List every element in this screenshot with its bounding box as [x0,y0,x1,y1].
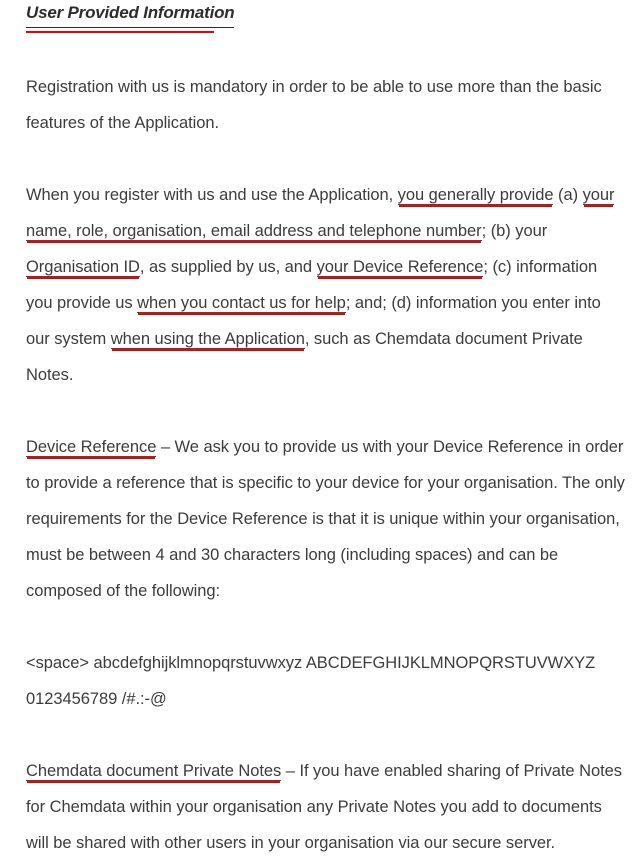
body-text: , as supplied by us, and [139,258,317,276]
body-text: <space> abcdefghijklmnopqrstuvwxyz ABCDE… [26,654,596,708]
body-text: ; (b) your [481,222,548,240]
paragraph-information-you-provide: When you register with us and use the Ap… [26,177,625,393]
paragraph-private-notes: Chemdata document Private Notes – If you… [26,753,625,861]
body-text: When you register with us and use the Ap… [26,186,398,204]
paragraph-device-reference: Device Reference – We ask you to provide… [26,429,625,609]
underlined-phrase: Chemdata document Private Notes [26,762,282,781]
body-text: Registration with us is mandatory in ord… [26,78,602,132]
body-text: (a) [553,186,583,204]
page-title: User Provided Information [26,0,625,28]
paragraph-registration-mandatory: Registration with us is mandatory in ord… [26,69,625,141]
underlined-phrase: Organisation ID [26,258,140,277]
page-title-text: User Provided Information [26,0,235,28]
document-page: User Provided Information Registration w… [0,0,633,852]
underlined-phrase: when you contact us for help [137,294,346,313]
underlined-phrase: Device Reference [26,438,157,457]
underlined-phrase: you generally provide [397,186,554,205]
underlined-phrase: your Device Reference [316,258,484,277]
underlined-phrase: when using the Application [110,330,305,349]
body-text: – We ask you to provide us with your Dev… [26,438,625,600]
paragraph-allowed-characters: <space> abcdefghijklmnopqrstuvwxyz ABCDE… [26,645,625,717]
